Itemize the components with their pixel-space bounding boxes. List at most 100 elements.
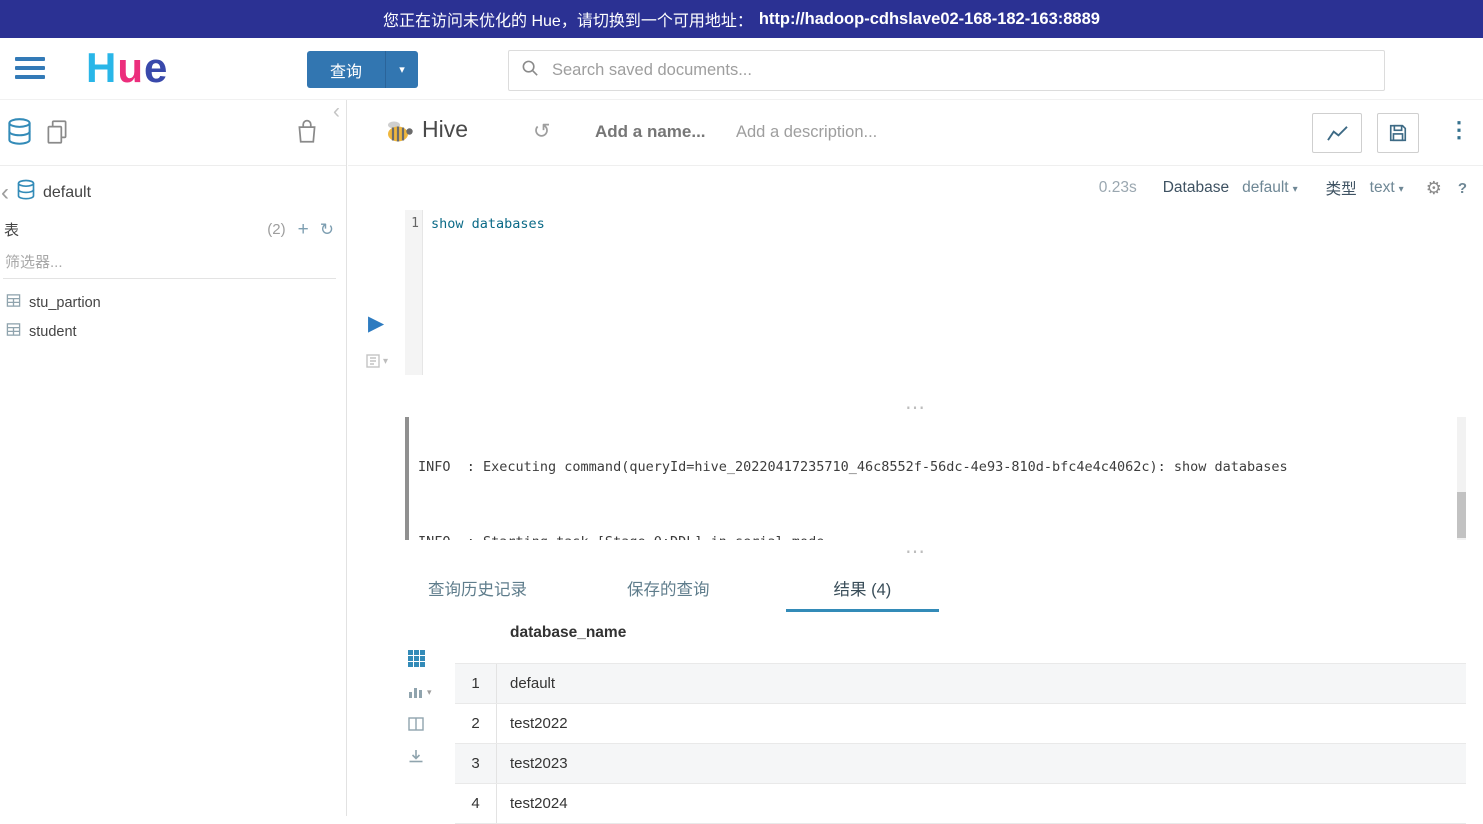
type-select[interactable]: text▾ [1370, 179, 1404, 197]
log-lines: INFO : Executing command(queryId=hive_20… [418, 417, 1450, 540]
row-number: 3 [455, 744, 497, 783]
breadcrumb: ‹ default [0, 179, 346, 206]
logo-letter: H [86, 44, 117, 91]
tab-query-history[interactable]: 查询历史记录 [404, 566, 551, 612]
table-row: 1 default [455, 664, 1466, 704]
database-select[interactable]: default ▾ [1242, 179, 1298, 197]
assist-sidebar: ‹ ‹ default 表 (2) + ↻ stu_partion [0, 100, 347, 816]
results-panel: database_name ▾ 1 [348, 612, 1483, 816]
type-label: 类型 [1326, 177, 1357, 199]
table-row: 4 test2024 [455, 784, 1466, 824]
database-stack-icon[interactable] [6, 117, 33, 152]
row-value: test2024 [497, 784, 568, 823]
editor-main: Hive ↺ Add a name... Add a description..… [348, 100, 1483, 816]
table-filter [0, 240, 346, 279]
top-banner: 您正在访问未优化的 Hue，请切换到一个可用地址： http://hadoop-… [0, 0, 1483, 38]
hue-logo[interactable]: Hue [86, 42, 168, 94]
tables-count: (2) [267, 221, 285, 238]
result-tabs: 查询历史记录 保存的查询 结果 (4) [348, 566, 1483, 612]
tab-label: 查询历史记录 [428, 576, 527, 600]
download-button[interactable] [408, 749, 424, 764]
results-table: 1 default 2 test2022 3 test2023 4 test20… [455, 663, 1466, 824]
hamburger-menu-button[interactable] [15, 57, 45, 81]
logo-letter: u [117, 44, 144, 91]
save-button[interactable] [1377, 113, 1419, 153]
caret-down-icon: ▾ [399, 63, 405, 76]
results-toolbar: ▾ [408, 650, 432, 764]
tab-results[interactable]: 结果 (4) [786, 566, 940, 612]
document-search[interactable] [508, 50, 1385, 91]
query-dropdown-caret[interactable]: ▾ [385, 51, 418, 88]
tab-label: 结果 (4) [834, 576, 892, 600]
caret-down-icon: ▾ [383, 356, 388, 367]
explain-dropdown-button[interactable]: ▾ [366, 354, 388, 368]
row-value: default [497, 664, 555, 703]
row-number: 2 [455, 704, 497, 743]
database-label: Database [1163, 179, 1229, 197]
hamburger-bar [15, 57, 45, 61]
search-input[interactable] [550, 60, 1372, 81]
caret-down-icon: ▾ [427, 687, 432, 698]
query-description-field[interactable]: Add a description... [736, 123, 877, 142]
row-value: test2023 [497, 744, 568, 783]
chart-view-button[interactable]: ▾ [408, 685, 432, 699]
line-number: 1 [411, 216, 419, 231]
table-filter-input[interactable] [3, 247, 336, 279]
database-icon [16, 179, 36, 206]
query-button[interactable]: 查询 [307, 51, 385, 88]
run-query-button[interactable]: ▶ [368, 313, 384, 335]
add-table-icon[interactable]: + [298, 222, 309, 238]
breadcrumb-back-icon[interactable]: ‹ [1, 183, 9, 203]
sql-statement[interactable]: show databases [431, 216, 545, 232]
tab-label: 保存的查询 [627, 576, 710, 600]
grid-view-button[interactable] [408, 650, 425, 667]
tab-saved-queries[interactable]: 保存的查询 [603, 566, 734, 612]
result-column-header: database_name [510, 624, 626, 642]
settings-gear-icon[interactable]: ⚙ [1426, 179, 1442, 197]
table-item-stu-partion[interactable]: stu_partion [0, 288, 346, 317]
sql-editor: 1 show databases ▶ ▾ [348, 210, 1483, 378]
more-actions-button[interactable]: ⋮ [1448, 117, 1470, 143]
caret-down-icon: ▾ [1293, 184, 1298, 195]
app-header: Hue 查询 ▾ [0, 38, 1483, 100]
collapse-panel-icon[interactable]: ‹ [333, 100, 340, 124]
row-number: 1 [455, 664, 497, 703]
editor-gutter: 1 [405, 210, 423, 375]
snippet-toolbar: 0.23s Database default ▾ 类型 text▾ ⚙ ? [348, 166, 1483, 210]
hamburger-bar [15, 66, 45, 70]
help-icon[interactable]: ? [1458, 180, 1467, 197]
resize-handle[interactable]: ⋯ [348, 546, 1483, 558]
table-name: stu_partion [29, 295, 101, 311]
tables-header: 表 (2) + ↻ [0, 219, 346, 240]
query-log-panel: INFO : Executing command(queryId=hive_20… [405, 417, 1466, 540]
query-split-button[interactable]: 查询 ▾ [307, 51, 418, 88]
refresh-tables-icon[interactable]: ↻ [320, 222, 334, 238]
query-history-icon[interactable]: ↺ [533, 119, 551, 144]
hamburger-bar [15, 75, 45, 79]
log-scrollbar-track[interactable] [1457, 417, 1466, 540]
tables-list: stu_partion student [0, 288, 346, 346]
hive-logo-icon [384, 118, 414, 151]
table-item-student[interactable]: student [0, 317, 346, 346]
chart-button[interactable] [1312, 113, 1362, 153]
tables-label: 表 [4, 219, 19, 240]
table-icon [6, 293, 21, 312]
columns-button[interactable] [408, 717, 424, 731]
assist-top-bar: ‹ [0, 100, 346, 166]
breadcrumb-database-name[interactable]: default [43, 184, 91, 202]
row-number: 4 [455, 784, 497, 823]
documents-icon[interactable] [44, 118, 70, 151]
resize-handle[interactable]: ⋯ [348, 402, 1483, 414]
bag-icon[interactable] [294, 117, 320, 151]
log-line: INFO : Executing command(queryId=hive_20… [418, 455, 1450, 480]
search-icon [521, 59, 540, 83]
log-scrollbar-thumb[interactable] [1457, 492, 1466, 538]
query-name-field[interactable]: Add a name... [595, 122, 706, 142]
logo-letter: e [144, 44, 168, 91]
database-select-value: default [1242, 179, 1289, 196]
table-row: 2 test2022 [455, 704, 1466, 744]
execution-time: 0.23s [1099, 179, 1137, 197]
table-row: 3 test2023 [455, 744, 1466, 784]
row-value: test2022 [497, 704, 568, 743]
table-icon [6, 322, 21, 341]
